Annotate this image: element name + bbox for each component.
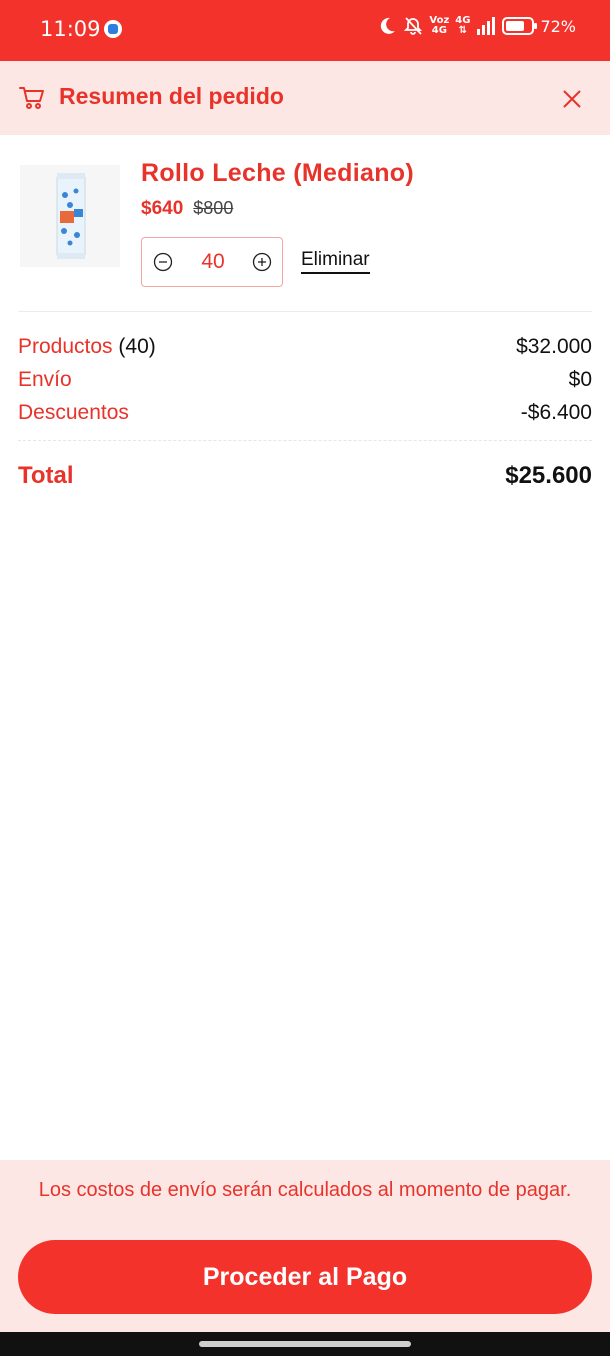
divider: [18, 311, 592, 312]
battery-icon: [502, 17, 538, 35]
cart-icon: [19, 85, 45, 116]
close-icon[interactable]: [558, 85, 586, 113]
order-summary-header: Resumen del pedido: [0, 61, 610, 135]
product-price: $640: [141, 198, 184, 219]
system-navigation-bar: [0, 1332, 610, 1356]
network-label: Voz 4G: [429, 15, 450, 36]
products-count: (40): [118, 335, 156, 358]
summary-row-discounts: Descuentos -$6.400: [18, 401, 592, 427]
shipping-label: Envío: [18, 368, 72, 391]
bell-muted-icon: [403, 16, 423, 36]
proceed-to-payment-button[interactable]: Proceder al Pago: [18, 1240, 592, 1314]
summary-row-shipping: Envío $0: [18, 368, 592, 394]
product-name[interactable]: Rollo Leche (Mediano): [141, 159, 414, 188]
summary-row-products: Productos (40) $32.000: [18, 335, 592, 361]
plus-circle-icon[interactable]: [252, 252, 272, 272]
data-arrows-icon: ⇅: [458, 25, 468, 36]
total-value: $25.600: [505, 462, 592, 489]
divider-dashed: [18, 440, 592, 441]
home-gesture-handle[interactable]: [199, 1341, 411, 1347]
product-price-row: $640 $800: [141, 198, 233, 220]
signal-icon: [476, 17, 496, 35]
shipping-cost-note: Los costos de envío serán calculados al …: [38, 1179, 572, 1201]
quantity-stepper: [141, 237, 283, 287]
status-time: 11:09: [40, 17, 101, 41]
moon-icon: [377, 16, 397, 36]
page-title: Resumen del pedido: [59, 83, 284, 109]
battery-percent: 72%: [540, 16, 576, 36]
discounts-value: -$6.400: [520, 401, 592, 424]
discounts-label: Descuentos: [18, 401, 129, 424]
quantity-input[interactable]: [178, 249, 248, 275]
product-original-price: $800: [193, 198, 234, 218]
minus-circle-icon[interactable]: [153, 252, 173, 272]
network-type-label: 4G ⇅: [455, 15, 471, 36]
products-value: $32.000: [516, 335, 592, 358]
remove-item-link[interactable]: Eliminar: [301, 249, 370, 274]
battery-level: [506, 21, 524, 31]
status-indicators: Voz 4G 4G ⇅ 72%: [377, 16, 576, 36]
products-label: Productos: [18, 335, 113, 358]
checkout-footer: Los costos de envío serán calculados al …: [0, 1160, 610, 1332]
status-bar: 11:09 Voz 4G 4G ⇅ 72%: [0, 0, 610, 61]
total-label: Total: [18, 462, 74, 489]
shipping-value: $0: [568, 368, 592, 391]
app-notification-icon: [104, 20, 122, 38]
product-image: [20, 165, 120, 267]
